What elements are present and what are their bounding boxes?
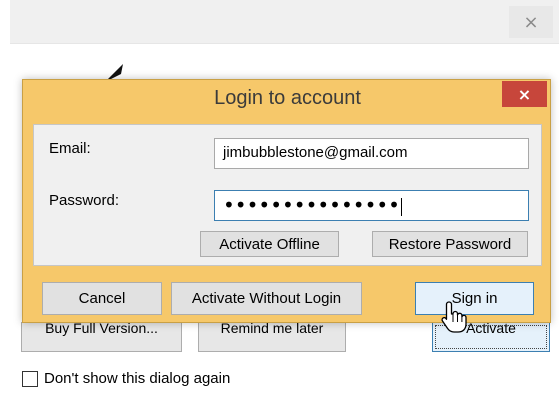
activate-offline-label: Activate Offline <box>219 235 320 253</box>
restore-password-button[interactable]: Restore Password <box>372 231 528 257</box>
cancel-label: Cancel <box>78 290 126 307</box>
hand-pointer-icon <box>441 301 467 333</box>
activate-offline-button[interactable]: Activate Offline <box>200 231 339 257</box>
dont-show-again-label: Don't show this dialog again <box>44 370 231 387</box>
activate-without-login-label: Activate Without Login <box>191 290 342 307</box>
dont-show-again-checkbox[interactable] <box>22 370 38 387</box>
restore-password-label: Restore Password <box>388 235 512 253</box>
dialog-close-button[interactable]: × <box>502 81 547 107</box>
dont-show-again-row[interactable]: Don't show this dialog again <box>22 370 230 387</box>
email-field[interactable]: jimbubblestone@gmail.com <box>214 138 529 169</box>
dialog-title: Login to account <box>214 87 361 109</box>
text-caret <box>400 197 402 216</box>
email-label: Email: <box>49 140 91 157</box>
activate-without-login-button[interactable]: Activate Without Login <box>171 282 362 315</box>
password-label: Password: <box>49 192 120 209</box>
sign-in-button[interactable]: Sign in <box>415 282 534 315</box>
password-field[interactable]: ••••••••••••••• <box>214 190 529 221</box>
close-icon: × <box>523 11 539 33</box>
login-dialog: Login to account × Email: jimbubblestone… <box>22 79 551 323</box>
buy-full-version-button[interactable]: Buy Full Version... <box>21 322 182 352</box>
password-value: ••••••••••••••• <box>223 193 400 217</box>
background-titlebar <box>10 0 559 44</box>
dialog-body: Email: jimbubblestone@gmail.com Password… <box>33 124 542 266</box>
remind-me-later-label: Remind me later <box>220 322 324 336</box>
remind-me-later-button[interactable]: Remind me later <box>198 322 346 352</box>
background-close-button[interactable]: × <box>509 6 553 38</box>
cancel-button[interactable]: Cancel <box>42 282 162 315</box>
buy-full-version-label: Buy Full Version... <box>45 322 158 336</box>
activate-label: Activate <box>466 322 516 336</box>
close-icon: × <box>517 84 532 104</box>
